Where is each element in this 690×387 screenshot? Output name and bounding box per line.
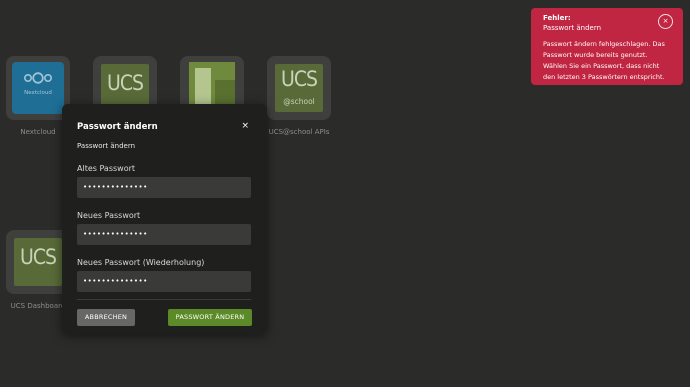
notification-close-icon[interactable]: ×	[658, 14, 673, 29]
tile-ucs-school-apis[interactable]: UCS @school UCS@school APIs	[267, 56, 331, 136]
close-icon[interactable]: ×	[241, 122, 249, 131]
dialog-title: Passwort ändern	[77, 122, 158, 132]
ucs-school-logo-sub: @school	[283, 97, 315, 106]
dialog-divider	[77, 299, 251, 300]
old-password-label: Altes Passwort	[77, 164, 136, 173]
tile-ucs-school-apis-box: UCS @school	[267, 56, 331, 120]
nextcloud-logo-icon: Nextcloud	[12, 62, 64, 114]
old-password-field[interactable]: ••••••••••••••	[77, 177, 251, 198]
ucs-dashboard-logo-icon: UCS	[14, 238, 62, 286]
dialog-subtitle: Passwort ändern	[77, 142, 136, 150]
error-notification: Fehler: Passwort ändern Passwort ändern …	[531, 8, 683, 85]
tile-nextcloud[interactable]: Nextcloud Nextcloud	[6, 56, 70, 136]
ucs-school-logo-text: UCS	[280, 67, 318, 91]
tile-nextcloud-box: Nextcloud	[6, 56, 70, 120]
tile-ucs-dashboard-box: UCS	[6, 230, 70, 294]
change-password-dialog: Passwort ändern × Passwort ändern Altes …	[62, 104, 267, 334]
nextcloud-rings-icon	[23, 72, 52, 84]
portal-app: Nextcloud Nextcloud UCS UCS @school UCS@…	[0, 0, 690, 387]
notification-title: Fehler:	[543, 14, 571, 22]
nextcloud-logo-text: Nextcloud	[24, 90, 52, 96]
ucs-logo-text: UCS	[106, 71, 144, 95]
tile-ucs-dashboard[interactable]: UCS UCS Dashboard	[6, 230, 70, 310]
change-password-button[interactable]: PASSWORT ÄNDERN	[168, 309, 252, 326]
new-password-repeat-label: Neues Passwort (Wiederholung)	[77, 258, 205, 267]
ucs-dashboard-logo-text: UCS	[19, 245, 57, 269]
notification-message: Passwort ändern fehlgeschlagen. Das Pass…	[543, 40, 665, 81]
notification-subtitle: Passwort ändern	[543, 24, 602, 32]
new-password-label: Neues Passwort	[77, 211, 141, 220]
new-password-repeat-field[interactable]: ••••••••••••••	[77, 271, 251, 292]
cancel-button[interactable]: ABBRECHEN	[77, 309, 135, 326]
ucs-school-logo-icon: UCS @school	[275, 64, 323, 112]
new-password-field[interactable]: ••••••••••••••	[77, 224, 251, 245]
